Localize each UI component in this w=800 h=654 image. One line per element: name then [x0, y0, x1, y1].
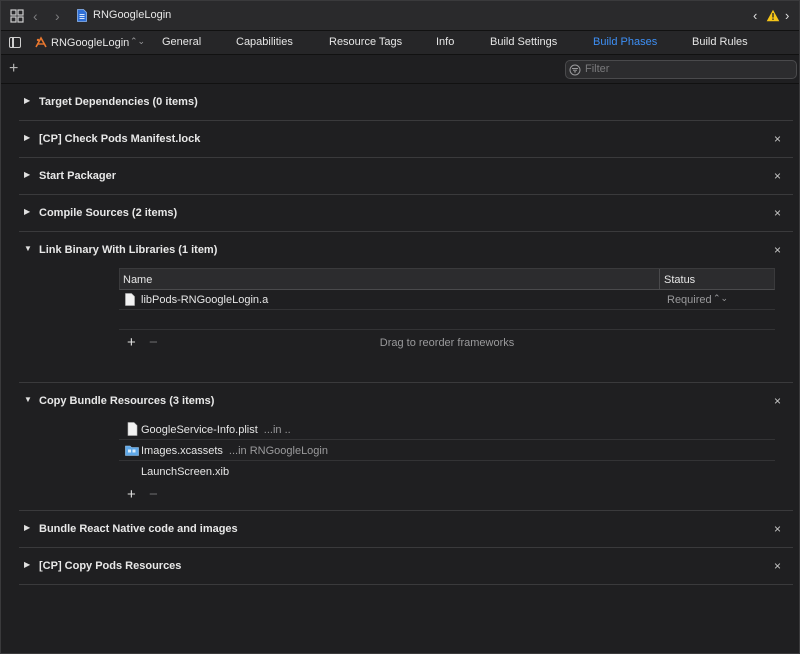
delete-phase-button[interactable]: × — [774, 559, 781, 573]
forward-chevron-icon[interactable]: › — [55, 8, 60, 24]
back-chevron-icon[interactable]: ‹ — [33, 8, 38, 24]
resource-name: Images.xcassets ...in RNGoogleLogin — [141, 445, 328, 457]
filter-input[interactable] — [585, 61, 785, 77]
jump-bar: ‹ › RNGoogleLogin ‹ › — [1, 1, 799, 31]
related-items-grid-icon[interactable] — [10, 9, 24, 23]
list-item[interactable]: Images.xcassets ...in RNGoogleLogin — [119, 440, 775, 461]
delete-phase-button[interactable]: × — [774, 169, 781, 183]
editor-tab-bar: RNGoogleLogin ⌃⌄ General Capabilities Re… — [1, 31, 799, 55]
column-header-status[interactable]: Status — [664, 274, 695, 286]
document-icon — [127, 422, 138, 436]
phase-title: Target Dependencies (0 items) — [39, 96, 198, 108]
column-header-name[interactable]: Name — [123, 274, 152, 286]
phase-title: Start Packager — [39, 170, 117, 182]
list-item[interactable]: LaunchScreen.xib — [119, 461, 775, 482]
phase-header[interactable]: ▶ [CP] Copy Pods Resources × — [19, 548, 793, 584]
status-popup-chevron-icon[interactable]: ⌃⌄ — [713, 293, 728, 304]
list-footer: + − — [119, 482, 775, 504]
resource-name: GoogleService-Info.plist ...in .. — [141, 424, 291, 436]
delete-phase-button[interactable]: × — [774, 522, 781, 536]
phase-title: Bundle React Native code and images — [39, 523, 238, 535]
phase-title: [CP] Check Pods Manifest.lock — [39, 133, 201, 145]
disclosure-triangle-right-icon[interactable]: ▶ — [24, 96, 30, 105]
resources-list: GoogleService-Info.plist ...in .. Images.… — [119, 419, 775, 504]
phase-header[interactable]: ▼ Copy Bundle Resources (3 items) × — [19, 383, 793, 419]
phase-header[interactable]: ▶ [CP] Check Pods Manifest.lock × — [19, 121, 793, 157]
delete-phase-button[interactable]: × — [774, 243, 781, 257]
resource-name: LaunchScreen.xib — [141, 466, 230, 478]
column-divider[interactable] — [659, 269, 660, 289]
tab-build-settings[interactable]: Build Settings — [490, 36, 557, 48]
add-build-phase-button[interactable]: + — [9, 60, 18, 78]
phase-header[interactable]: ▶ Bundle React Native code and images × — [19, 511, 793, 547]
disclosure-triangle-right-icon[interactable]: ▶ — [24, 133, 30, 142]
phase-bundle-react-native: ▶ Bundle React Native code and images × — [19, 511, 793, 548]
phase-compile-sources: ▶ Compile Sources (2 items) × — [19, 195, 793, 232]
phase-link-binary: ▼ Link Binary With Libraries (1 item) × … — [19, 232, 793, 383]
add-resource-button[interactable]: + — [127, 486, 136, 503]
next-issue-icon[interactable]: › — [785, 8, 789, 23]
phase-start-packager: ▶ Start Packager × — [19, 158, 793, 195]
folder-icon — [125, 445, 139, 456]
tab-info[interactable]: Info — [436, 36, 454, 48]
reorder-hint: Drag to reorder frameworks — [379, 337, 515, 349]
table-row[interactable]: libPods-RNGoogleLogin.a Required ⌃⌄ — [119, 290, 775, 310]
disclosure-triangle-right-icon[interactable]: ▶ — [24, 523, 30, 532]
resource-location: ...in RNGoogleLogin — [228, 445, 328, 457]
disclosure-triangle-down-icon[interactable]: ▼ — [24, 395, 32, 404]
library-name: libPods-RNGoogleLogin.a — [141, 294, 269, 306]
phase-title: Copy Bundle Resources (3 items) — [39, 395, 215, 407]
phase-title: Link Binary With Libraries (1 item) — [39, 244, 218, 256]
tab-resource-tags[interactable]: Resource Tags — [329, 36, 402, 48]
phase-title: [CP] Copy Pods Resources — [39, 560, 182, 572]
xcode-window: ‹ › RNGoogleLogin ‹ › RNGoogleLogin ⌃⌄ G… — [0, 0, 800, 654]
libraries-table: Name Status libPods-RNGoogleLogin.a Requ… — [119, 268, 775, 356]
previous-issue-icon[interactable]: ‹ — [753, 8, 757, 23]
resource-location: ...in .. — [263, 424, 291, 436]
build-phases-list: ▶ Target Dependencies (0 items) ▶ [CP] C… — [19, 84, 793, 585]
tab-general[interactable]: General — [162, 36, 201, 48]
disclosure-triangle-right-icon[interactable]: ▶ — [24, 560, 30, 569]
project-file-icon — [77, 9, 87, 22]
tab-build-rules[interactable]: Build Rules — [692, 36, 748, 48]
document-icon — [125, 293, 135, 306]
phase-header[interactable]: ▶ Start Packager × — [19, 158, 793, 194]
tab-build-phases[interactable]: Build Phases — [593, 36, 657, 48]
phase-copy-pods-resources: ▶ [CP] Copy Pods Resources × — [19, 548, 793, 585]
phase-title: Compile Sources (2 items) — [39, 207, 178, 219]
tab-capabilities[interactable]: Capabilities — [236, 36, 293, 48]
phase-header[interactable]: ▼ Link Binary With Libraries (1 item) × — [19, 232, 793, 268]
phase-header[interactable]: ▶ Compile Sources (2 items) × — [19, 195, 793, 231]
breadcrumb-project[interactable]: RNGoogleLogin — [93, 9, 171, 21]
hide-sidebar-icon[interactable] — [9, 37, 21, 48]
disclosure-triangle-down-icon[interactable]: ▼ — [24, 244, 32, 253]
remove-resource-button[interactable]: − — [149, 486, 158, 503]
phase-copy-bundle-resources: ▼ Copy Bundle Resources (3 items) × Goog… — [19, 383, 793, 511]
target-app-icon — [35, 36, 47, 48]
disclosure-triangle-right-icon[interactable]: ▶ — [24, 207, 30, 216]
target-selector-chevron-icon[interactable]: ⌃⌄ — [130, 36, 145, 47]
filter-icon — [569, 64, 581, 76]
delete-phase-button[interactable]: × — [774, 394, 781, 408]
phase-check-pods-manifest: ▶ [CP] Check Pods Manifest.lock × — [19, 121, 793, 158]
list-item[interactable]: GoogleService-Info.plist ...in .. — [119, 419, 775, 440]
table-empty-row — [119, 310, 775, 330]
phase-target-dependencies: ▶ Target Dependencies (0 items) — [19, 84, 793, 121]
filter-row: + — [1, 56, 799, 84]
phase-header[interactable]: ▶ Target Dependencies (0 items) — [19, 84, 793, 120]
delete-phase-button[interactable]: × — [774, 206, 781, 220]
delete-phase-button[interactable]: × — [774, 132, 781, 146]
table-header: Name Status — [119, 268, 775, 290]
warning-icon[interactable] — [766, 9, 780, 22]
target-selector[interactable]: RNGoogleLogin — [51, 37, 129, 49]
status-popup[interactable]: Required — [667, 294, 712, 306]
disclosure-triangle-right-icon[interactable]: ▶ — [24, 170, 30, 179]
table-footer: + − Drag to reorder frameworks — [119, 330, 775, 356]
